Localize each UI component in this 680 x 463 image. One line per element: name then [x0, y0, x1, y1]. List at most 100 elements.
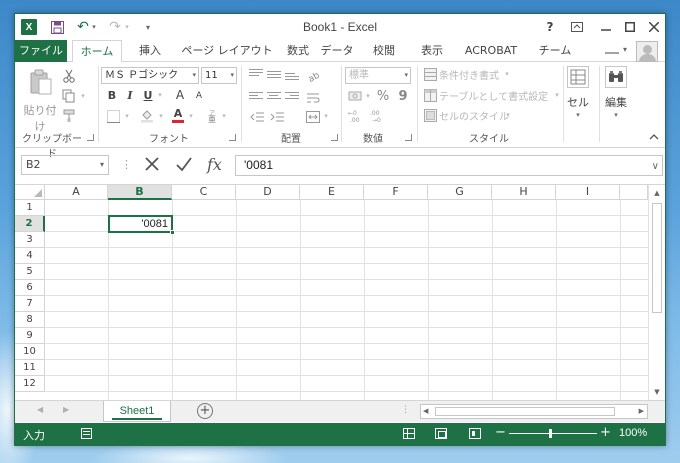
tab-home[interactable]: ホーム — [72, 40, 122, 63]
row-header-6[interactable]: 6 — [15, 280, 45, 296]
comma-style-button[interactable]: 9 — [397, 88, 409, 104]
horizontal-scroll-thumb[interactable] — [435, 407, 615, 416]
binoculars-icon[interactable] — [605, 66, 627, 88]
cells-button[interactable]: セル — [563, 94, 593, 110]
tab-formulas[interactable]: 数式 — [281, 40, 315, 62]
column-header-a[interactable]: A — [45, 185, 108, 200]
column-header-partial[interactable] — [620, 185, 648, 200]
close-button[interactable] — [643, 17, 665, 37]
tab-data[interactable]: データ — [319, 40, 355, 62]
align-middle-icon[interactable] — [267, 71, 281, 83]
number-format-select[interactable]: 標準 ▾ — [345, 67, 411, 84]
redo-icon[interactable]: ↷ — [107, 19, 123, 35]
scroll-up-icon[interactable]: ▲ — [649, 186, 665, 200]
fill-color-dropdown-icon[interactable]: ▾ — [157, 111, 165, 121]
select-all-button[interactable] — [15, 185, 45, 200]
column-header-h[interactable]: H — [492, 185, 556, 200]
bold-button[interactable]: B — [105, 87, 119, 103]
scroll-down-icon[interactable]: ▼ — [649, 385, 665, 399]
cell-styles-button[interactable]: セルのスタイル — [439, 108, 509, 123]
editing-dropdown-icon[interactable]: ▾ — [611, 110, 621, 120]
number-launcher-icon[interactable] — [405, 134, 412, 141]
percent-style-button[interactable]: % — [375, 88, 391, 104]
maximize-button[interactable] — [619, 17, 641, 37]
sheet-tab-sheet1[interactable]: Sheet1 — [103, 401, 171, 422]
row-header-9[interactable]: 9 — [15, 328, 45, 344]
row-header-10[interactable]: 10 — [15, 344, 45, 360]
cell-styles-dropdown-icon[interactable]: ▾ — [504, 110, 512, 120]
customize-quick-access-icon[interactable]: ▾ — [143, 19, 153, 35]
column-header-i[interactable]: I — [556, 185, 620, 200]
insert-function-icon[interactable]: fx — [207, 155, 222, 174]
avatar[interactable] — [636, 41, 658, 62]
underline-button[interactable]: U — [141, 87, 155, 103]
font-color-button[interactable]: A — [171, 107, 185, 124]
column-header-b[interactable]: B — [108, 185, 172, 200]
row-header-8[interactable]: 8 — [15, 312, 45, 328]
tab-page-layout[interactable]: ページ レイアウト — [177, 40, 277, 62]
new-sheet-button[interactable]: + — [197, 403, 213, 419]
decrease-font-size-button[interactable]: A — [193, 89, 205, 103]
cell-styles-icon[interactable] — [423, 108, 437, 122]
increase-indent-icon[interactable] — [269, 110, 285, 124]
cells-dropdown-icon[interactable]: ▾ — [573, 110, 583, 120]
zoom-out-button[interactable]: − — [495, 425, 506, 440]
editing-button[interactable]: 編集 — [601, 94, 631, 110]
fill-color-icon[interactable] — [139, 108, 155, 124]
increase-decimal-icon[interactable]: ←0.00 — [347, 108, 365, 124]
sheet-next-icon[interactable]: ▶ — [63, 405, 69, 414]
column-header-e[interactable]: E — [300, 185, 364, 200]
conditional-dropdown-icon[interactable]: ▾ — [503, 69, 511, 79]
tab-file[interactable]: ファイル — [15, 40, 67, 62]
conditional-format-icon[interactable] — [423, 67, 437, 81]
page-break-view-icon[interactable] — [469, 428, 481, 439]
excel-app-icon[interactable]: X — [21, 19, 37, 35]
wrap-text-icon[interactable] — [305, 90, 321, 106]
zoom-slider-thumb[interactable] — [549, 429, 552, 438]
align-bottom-icon[interactable] — [285, 73, 299, 85]
redo-dropdown-icon[interactable]: ▾ — [123, 19, 131, 35]
borders-icon[interactable] — [105, 109, 121, 123]
horizontal-scrollbar[interactable]: ◀ ▶ — [420, 404, 648, 419]
phonetic-guide-icon[interactable]: ア亜 — [205, 107, 219, 124]
conditional-format-button[interactable]: 条件付き書式 — [439, 67, 499, 82]
row-header-2[interactable]: 2 — [15, 216, 45, 232]
tab-review[interactable]: 校閲 — [367, 40, 401, 62]
format-painter-icon[interactable] — [61, 108, 77, 124]
increase-font-size-button[interactable]: A — [173, 87, 187, 103]
decrease-decimal-icon[interactable]: .00 →0 — [369, 108, 387, 124]
row-header-3[interactable]: 3 — [15, 232, 45, 248]
clipboard-launcher-icon[interactable] — [87, 134, 94, 141]
format-as-table-button[interactable]: テーブルとして書式設定 — [439, 88, 548, 103]
column-header-c[interactable]: C — [172, 185, 236, 200]
currency-format-icon[interactable] — [347, 88, 363, 104]
align-top-icon[interactable] — [249, 69, 263, 81]
ribbon-display-options-button[interactable] — [566, 17, 588, 37]
orientation-icon[interactable]: ab — [305, 67, 321, 83]
format-table-dropdown-icon[interactable]: ▾ — [553, 90, 561, 100]
macro-record-icon[interactable] — [81, 428, 92, 439]
copy-icon[interactable] — [61, 88, 77, 104]
row-header-11[interactable]: 11 — [15, 360, 45, 376]
user-account-name[interactable] — [605, 44, 619, 57]
scroll-left-icon[interactable]: ◀ — [423, 405, 428, 418]
collapse-ribbon-icon[interactable] — [649, 132, 659, 143]
active-cell-b2[interactable]: '0081 — [108, 215, 175, 235]
cut-icon[interactable] — [61, 68, 77, 84]
phonetic-dropdown-icon[interactable]: ▾ — [220, 111, 228, 121]
tab-view[interactable]: 表示 — [415, 40, 449, 62]
column-header-g[interactable]: G — [428, 185, 492, 200]
help-button[interactable]: ? — [539, 17, 561, 37]
underline-dropdown-icon[interactable]: ▾ — [156, 90, 164, 100]
tab-team[interactable]: チーム — [535, 40, 575, 62]
font-launcher-icon[interactable] — [229, 134, 236, 141]
align-left-icon[interactable] — [249, 92, 263, 104]
alignment-launcher-icon[interactable] — [331, 134, 338, 141]
currency-dropdown-icon[interactable]: ▾ — [364, 91, 372, 101]
row-header-1[interactable]: 1 — [15, 200, 45, 216]
row-header-7[interactable]: 7 — [15, 296, 45, 312]
vertical-scrollbar[interactable]: ▲ ▼ — [648, 185, 665, 401]
name-box[interactable]: B2 ▾ — [21, 155, 109, 175]
undo-dropdown-icon[interactable]: ▾ — [90, 19, 98, 35]
account-dropdown-icon[interactable]: ▾ — [623, 45, 627, 54]
